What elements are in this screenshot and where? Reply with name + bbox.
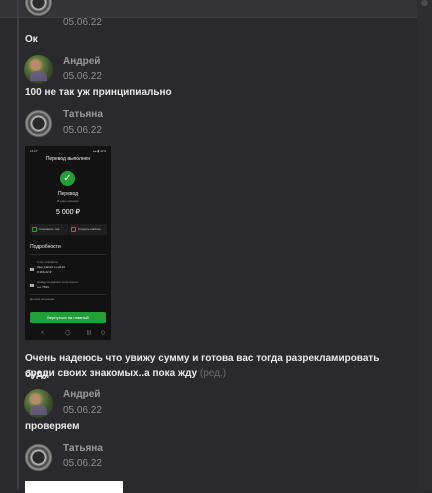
- author-name[interactable]: Андрей: [63, 389, 100, 400]
- card-icon: [30, 268, 34, 271]
- thread-line: [17, 0, 19, 490]
- phone-nav-home: ◯: [65, 330, 71, 336]
- edited-label: (ред.): [199, 368, 227, 379]
- phone-template-button: Создать шаблон: [69, 224, 107, 235]
- author-name[interactable]: Андрей: [63, 56, 100, 67]
- scrollbar-thumb[interactable]: [421, 0, 428, 6]
- message-date: 05.06.22: [63, 17, 102, 28]
- author-name[interactable]: Татьяна: [63, 443, 103, 454]
- person-icon: [30, 284, 34, 287]
- phone-row-label: Номер телефона получателя: [37, 280, 78, 284]
- phone-nav-recent: |||: [87, 330, 91, 336]
- message-text: среди своих знакомых..а пока жду (ред.): [25, 366, 405, 382]
- top-bar: [0, 0, 432, 18]
- check-icon: ✓: [60, 171, 75, 186]
- message-date: 05.06.22: [63, 405, 102, 416]
- scrollbar[interactable]: [417, 0, 432, 490]
- avatar[interactable]: [24, 443, 53, 472]
- phone-status-icons: ◂ ▴ ▮ 41%: [92, 149, 106, 153]
- phone-row-label: Счёт списания: [37, 260, 58, 264]
- phone-nav-back: <: [41, 330, 44, 336]
- message-text-line: среди своих знакомых..а пока жду: [25, 368, 198, 379]
- phone-template-label: Создать шаблон: [78, 227, 102, 231]
- message-date: 05.06.22: [63, 458, 102, 469]
- attached-image-payment-screenshot[interactable]: 14:27 ◂ ▴ ▮ 41% Перевод выполнен ✓ Перев…: [25, 146, 111, 340]
- phone-transfer-sub: В одно касание: [57, 199, 79, 203]
- phone-row-label: Детали операции: [30, 297, 55, 301]
- avatar[interactable]: [24, 55, 53, 84]
- phone-save-receipt-label: Сохранить чек: [39, 227, 60, 231]
- avatar[interactable]: [24, 109, 53, 138]
- phone-details-title: Подробности: [30, 244, 61, 250]
- phone-row-value: 8 366,42 ₽: [37, 270, 52, 274]
- message-date: 05.06.22: [63, 71, 102, 82]
- phone-amount: 5 000 ₽: [56, 209, 80, 216]
- phone-status-time: 14:27: [30, 149, 38, 153]
- attached-image-preview[interactable]: [25, 481, 123, 493]
- receipt-icon: [32, 227, 37, 232]
- template-icon: [71, 227, 76, 232]
- phone-title: Перевод выполнен: [45, 156, 91, 162]
- message-text: Ок: [25, 34, 38, 45]
- phone-divider: [30, 294, 106, 295]
- phone-divider: [30, 254, 106, 255]
- phone-return-button: Вернуться на главный: [30, 312, 106, 323]
- phone-row-value: Мир Classic ••••2113: [37, 265, 65, 269]
- message-text: проверяем: [25, 421, 80, 432]
- phone-nav-extra: ⟨⟩: [101, 330, 105, 336]
- phone-transfer-label: Перевод: [57, 191, 79, 197]
- message-date: 05.06.22: [63, 125, 102, 136]
- phone-row-value: •••• 7544: [37, 285, 49, 289]
- avatar[interactable]: [24, 389, 53, 418]
- phone-save-receipt-button: Сохранить чек: [30, 224, 68, 235]
- message-text: 100 не так уж принципиально: [25, 87, 172, 98]
- author-name[interactable]: Татьяна: [63, 109, 103, 120]
